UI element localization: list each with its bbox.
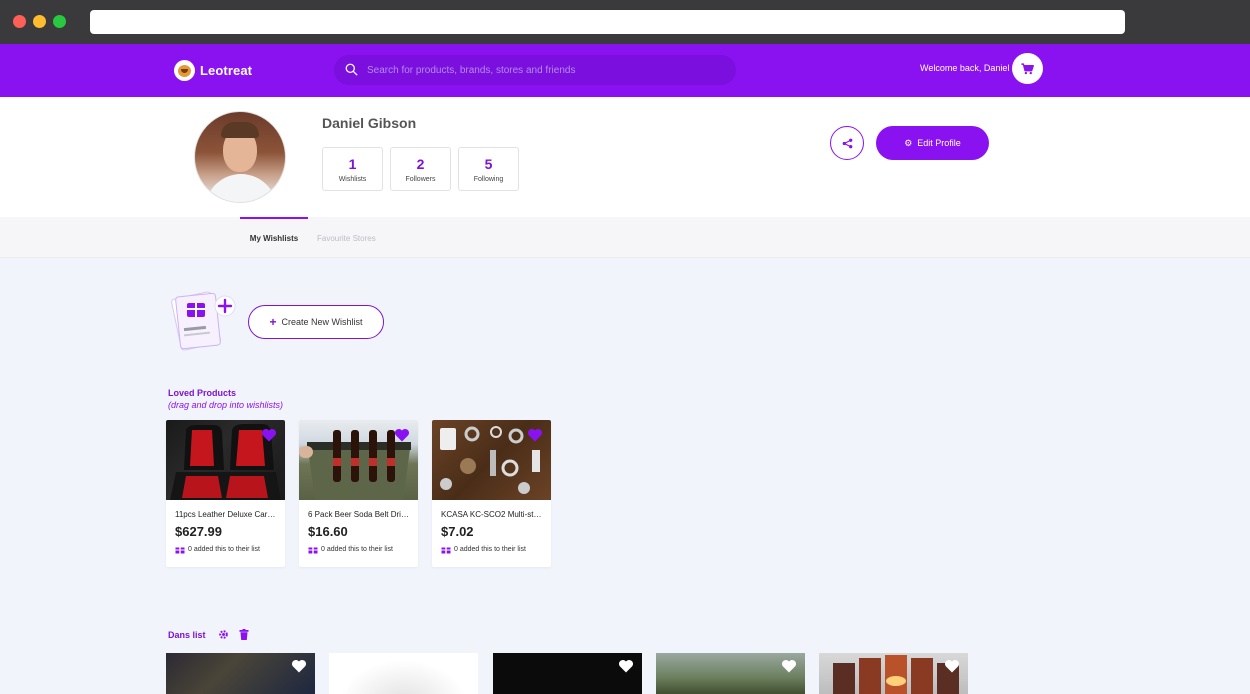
product-price: $16.60: [308, 524, 348, 539]
search-input[interactable]: [367, 55, 727, 85]
share-button[interactable]: [830, 126, 864, 160]
profile-header: Daniel Gibson 1 Wishlists 2 Followers 5 …: [0, 97, 1250, 217]
address-bar[interactable]: [90, 10, 1125, 34]
heart-icon[interactable]: [781, 659, 797, 673]
search-icon: [345, 63, 358, 76]
stat-following-label: Following: [473, 176, 504, 183]
stat-followers[interactable]: 2 Followers: [390, 147, 451, 191]
heart-icon[interactable]: [261, 428, 277, 442]
site-header: Leotreat Welcome back, Daniel: [0, 44, 1250, 97]
heart-icon[interactable]: [527, 428, 543, 442]
minimize-window-button[interactable]: [33, 15, 46, 28]
stat-wishlists-label: Wishlists: [338, 176, 367, 183]
stat-wishlists[interactable]: 1 Wishlists: [322, 147, 383, 191]
edit-profile-button[interactable]: ⚙ Edit Profile: [876, 126, 989, 160]
list-item[interactable]: [656, 653, 805, 694]
maximize-window-button[interactable]: [53, 15, 66, 28]
tab-my-wishlists[interactable]: My Wishlists: [240, 234, 308, 243]
gift-icon: [308, 547, 318, 554]
list-item[interactable]: [819, 653, 968, 694]
added-count: 0 added this to their list: [441, 545, 526, 554]
profile-tabs: My Wishlists Favourite Stores: [0, 217, 1250, 258]
profile-avatar: [194, 111, 286, 203]
loved-products-title: Loved Products: [168, 388, 237, 398]
gear-icon: ⚙: [904, 137, 913, 148]
stat-followers-label: Followers: [405, 176, 436, 183]
product-price: $627.99: [175, 524, 222, 539]
list-settings-gear-icon[interactable]: [218, 629, 229, 640]
added-count: 0 added this to their list: [175, 545, 260, 554]
list-actions: [218, 629, 249, 640]
heart-icon[interactable]: [618, 659, 634, 673]
loved-products-subtitle: (drag and drop into wishlists): [168, 400, 284, 410]
product-title[interactable]: 11pcs Leather Deluxe Car Seat Covers: [175, 510, 276, 519]
welcome-message: Welcome back, Daniel: [920, 63, 1010, 73]
heart-icon[interactable]: [291, 659, 307, 673]
create-wishlist-label: Create New Wishlist: [281, 317, 363, 327]
stat-wishlists-value: 1: [348, 156, 357, 172]
wishlist-illustration-icon: [171, 291, 236, 351]
product-card[interactable]: 6 Pack Beer Soda Belt Drink Holder $16.6…: [299, 420, 418, 567]
product-title[interactable]: KCASA KC-SCO2 Multi-style Bottle Openers: [441, 510, 542, 519]
heart-icon[interactable]: [394, 428, 410, 442]
search-bar[interactable]: [334, 55, 736, 85]
browser-chrome: [0, 0, 1250, 44]
added-count: 0 added this to their list: [308, 545, 393, 554]
active-tab-indicator: [240, 217, 308, 219]
cart-button[interactable]: [1012, 53, 1043, 84]
cart-icon: [1021, 62, 1034, 74]
share-icon: [842, 138, 852, 148]
product-price: $7.02: [441, 524, 474, 539]
added-count-text: 0 added this to their list: [321, 546, 393, 553]
stat-followers-value: 2: [416, 156, 425, 172]
plus-icon: +: [269, 315, 277, 329]
delete-list-trash-icon[interactable]: [239, 629, 249, 640]
product-title[interactable]: 6 Pack Beer Soda Belt Drink Holder: [308, 510, 409, 519]
product-card[interactable]: 11pcs Leather Deluxe Car Seat Covers $62…: [166, 420, 285, 567]
create-new-wishlist-button[interactable]: + Create New Wishlist: [248, 305, 384, 339]
close-window-button[interactable]: [13, 15, 26, 28]
stat-following[interactable]: 5 Following: [458, 147, 519, 191]
gift-icon: [441, 547, 451, 554]
profile-name: Daniel Gibson: [322, 115, 417, 131]
lion-logo-icon: [174, 60, 195, 81]
stat-following-value: 5: [484, 156, 493, 172]
list-item[interactable]: [493, 653, 642, 694]
heart-icon[interactable]: [944, 659, 960, 673]
product-card[interactable]: KCASA KC-SCO2 Multi-style Bottle Openers…: [432, 420, 551, 567]
added-count-text: 0 added this to their list: [454, 546, 526, 553]
edit-profile-label: Edit Profile: [917, 138, 961, 148]
added-count-text: 0 added this to their list: [188, 546, 260, 553]
list-item[interactable]: [166, 653, 315, 694]
brand-logo[interactable]: Leotreat: [174, 60, 252, 81]
tab-favourite-stores[interactable]: Favourite Stores: [317, 234, 376, 243]
brand-name: Leotreat: [200, 63, 253, 78]
list-item[interactable]: [329, 653, 478, 694]
list-title: Dans list: [168, 630, 206, 640]
gift-icon: [175, 547, 185, 554]
